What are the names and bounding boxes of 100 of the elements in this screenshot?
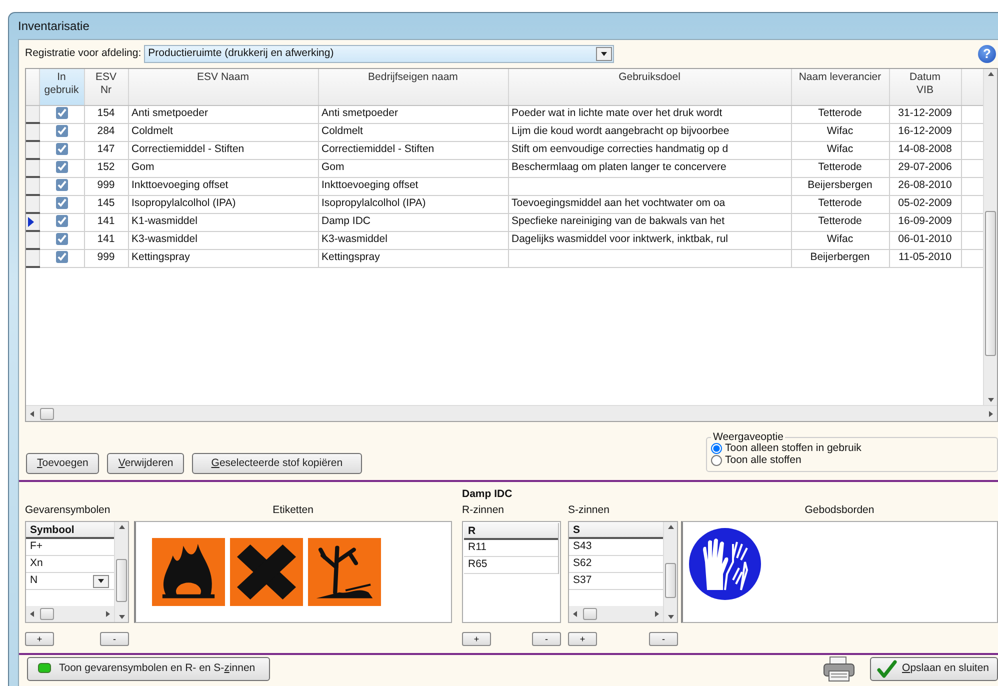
- symbol-dropdown[interactable]: N: [26, 573, 114, 590]
- dead-tree-icon: [308, 538, 381, 606]
- table-cell: Specfieke nareiniging van de bakwals van het: [508, 213, 791, 231]
- department-label: Registratie voor afdeling:: [25, 46, 142, 62]
- table-cell: Tetterode: [791, 159, 889, 177]
- column-header[interactable]: ESV Nr: [84, 69, 128, 105]
- table-cell: K3-wasmiddel: [128, 231, 318, 249]
- scrollbar[interactable]: [26, 606, 114, 622]
- table-cell: Lijm die koud wordt aangebracht op bijvoorbee: [508, 123, 791, 141]
- list-item[interactable]: R11: [464, 540, 558, 557]
- checkbox[interactable]: [56, 197, 68, 210]
- radio-label: Toon alle stoffen: [725, 454, 802, 466]
- table-cell: 284: [84, 123, 128, 141]
- action-button[interactable]: Verwijderen: [107, 453, 184, 474]
- table-cell: Isopropylalcolhol (IPA): [128, 195, 318, 213]
- table-cell: Anti smetpoeder: [128, 105, 318, 123]
- checkbox[interactable]: [56, 125, 68, 138]
- section-label: Etiketten: [272, 503, 314, 518]
- remove-button[interactable]: -: [649, 632, 678, 646]
- table-cell: Toevoegingsmiddel aan het vochtwater om oa: [508, 195, 791, 213]
- table-cell: Coldmelt: [128, 123, 318, 141]
- table-cell: Beijerbergen: [791, 249, 889, 267]
- action-button[interactable]: Toevoegen: [26, 453, 100, 474]
- group-title: Weergaveoptie: [712, 432, 784, 442]
- scrollbar[interactable]: [663, 522, 677, 622]
- table-cell: Kettingspray: [318, 249, 508, 267]
- action-button[interactable]: Geselecteerde stof kopiëren: [192, 453, 362, 474]
- scrollbar[interactable]: [26, 405, 997, 421]
- scrollbar[interactable]: [114, 522, 128, 622]
- table-cell: Wifac: [791, 231, 889, 249]
- column-header[interactable]: Datum VIB: [889, 69, 961, 105]
- add-button[interactable]: +: [568, 632, 597, 646]
- window-title: Inventarisatie: [18, 18, 90, 35]
- section-label: R-zinnen: [462, 503, 504, 518]
- gloves-icon: [689, 528, 761, 600]
- table-cell: Beijersbergen: [791, 177, 889, 195]
- column-header: S: [569, 522, 663, 539]
- table-cell: Wifac: [791, 123, 889, 141]
- checkbox[interactable]: [56, 251, 68, 264]
- table-cell: Dagelijks wasmiddel voor inktwerk, inktbak, rul: [508, 231, 791, 249]
- scrollbar[interactable]: [569, 606, 663, 622]
- add-button[interactable]: +: [25, 632, 54, 646]
- table-cell: 05-02-2009: [889, 195, 961, 213]
- row-header[interactable]: [26, 105, 39, 123]
- checkbox[interactable]: [56, 215, 68, 228]
- remove-button[interactable]: -: [532, 632, 561, 646]
- table-cell: Correctiemiddel - Stiften: [318, 141, 508, 159]
- row-header[interactable]: [26, 159, 39, 177]
- checkbox[interactable]: [56, 143, 68, 156]
- column-header[interactable]: Naam leverancier: [791, 69, 889, 105]
- table-cell: 31-12-2009: [889, 105, 961, 123]
- row-header[interactable]: [26, 177, 39, 195]
- checkbox[interactable]: [56, 161, 68, 174]
- checkbox[interactable]: [56, 233, 68, 246]
- table-cell: Coldmelt: [318, 123, 508, 141]
- table-cell: 141: [84, 213, 128, 231]
- row-header[interactable]: [26, 213, 39, 231]
- radio-button[interactable]: [711, 454, 722, 466]
- table-cell: 145: [84, 195, 128, 213]
- checkbox[interactable]: [56, 107, 68, 120]
- printer-icon[interactable]: [822, 656, 856, 682]
- table-cell: Damp IDC: [318, 213, 508, 231]
- table-cell: Gom: [128, 159, 318, 177]
- scrollbar[interactable]: [983, 69, 997, 405]
- column-header[interactable]: Gebruiksdoel: [508, 69, 791, 105]
- row-header[interactable]: [26, 141, 39, 159]
- table-cell: Beschermlaag om platen langer te concervere: [508, 159, 791, 177]
- table-cell: K3-wasmiddel: [318, 231, 508, 249]
- column-header: Symbool: [26, 522, 114, 539]
- column-header[interactable]: In gebruik: [39, 69, 84, 105]
- row-header[interactable]: [26, 231, 39, 249]
- table-cell: 14-08-2008: [889, 141, 961, 159]
- table-cell: Inkttoevoeging offset: [318, 177, 508, 195]
- table-cell: 141: [84, 231, 128, 249]
- column-header[interactable]: Bedrijfseigen naam: [318, 69, 508, 105]
- table-cell: Wifac: [791, 141, 889, 159]
- save-button[interactable]: Opslaan en sluiten: [870, 656, 998, 680]
- table-cell: 26-08-2010: [889, 177, 961, 195]
- checkbox[interactable]: [56, 179, 68, 192]
- department-dropdown[interactable]: Productieruimte (drukkerij en afwerking): [144, 45, 614, 63]
- row-header[interactable]: [26, 249, 39, 267]
- section-label: Gebodsborden: [804, 503, 874, 518]
- table-cell: K1-wasmiddel: [128, 213, 318, 231]
- section-label: Gevarensymbolen: [25, 503, 110, 518]
- list-item[interactable]: R65: [464, 557, 558, 574]
- table-cell: 999: [84, 249, 128, 267]
- cross-icon: [230, 538, 303, 606]
- table-cell: Poeder wat in lichte mate over het druk wordt: [508, 105, 791, 123]
- row-header[interactable]: [26, 195, 39, 213]
- checkmark-icon: [877, 660, 898, 678]
- column-header[interactable]: ESV Naam: [128, 69, 318, 105]
- table-cell: 16-12-2009: [889, 123, 961, 141]
- row-header[interactable]: [26, 123, 39, 141]
- table-cell: 16-09-2009: [889, 213, 961, 231]
- table-cell: Inkttoevoeging offset: [128, 177, 318, 195]
- toggle-button[interactable]: Toon gevarensymbolen en R- en S-zinnen: [27, 656, 270, 680]
- add-button[interactable]: +: [462, 632, 491, 646]
- radio-button[interactable]: [711, 442, 722, 454]
- remove-button[interactable]: -: [100, 632, 129, 646]
- table-cell: 999: [84, 177, 128, 195]
